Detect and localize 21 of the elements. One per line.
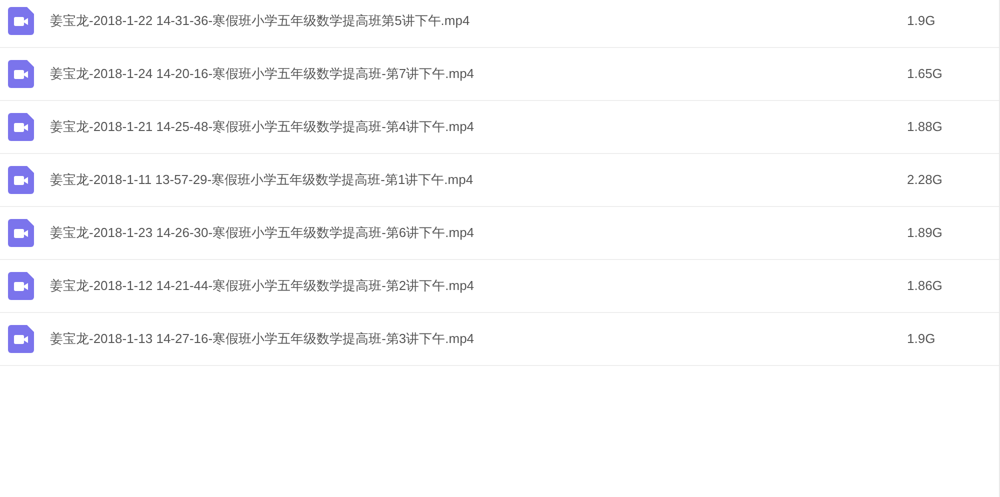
file-name[interactable]: 姜宝龙-2018-1-12 14-21-44-寒假班小学五年级数学提高班-第2讲下午.mp4 (50, 276, 474, 296)
file-name[interactable]: 姜宝龙-2018-1-13 14-27-16-寒假班小学五年级数学提高班-第3讲下午.mp4 (50, 329, 474, 349)
file-size: 1.9G (907, 330, 936, 348)
file-size: 1.88G (907, 118, 944, 136)
file-size: 1.65G (907, 65, 944, 84)
file-name[interactable]: 姜宝龙-2018-1-24 14-20-16-寒假班小学五年级数学提高班-第7讲下午.mp4 (50, 64, 474, 84)
file-name[interactable]: 姜宝龙-2018-1-11 13-57-29-寒假班小学五年级数学提高班-第1讲下午.mp4 (50, 170, 474, 190)
file-name[interactable]: 姜宝龙-2018-1-23 14-26-30-寒假班小学五年级数学提高班-第6讲下午.mp4 (50, 223, 474, 243)
video-file-icon (8, 7, 34, 35)
file-size: 1.9G (907, 12, 936, 30)
video-file-icon (8, 272, 34, 300)
video-file-icon (8, 219, 34, 247)
video-file-icon (8, 325, 34, 353)
video-file-icon (8, 166, 34, 194)
video-file-icon (8, 113, 34, 141)
video-file-icon (8, 60, 34, 88)
file-size: 1.89G (907, 224, 944, 242)
file-name[interactable]: 姜宝龙-2018-1-21 14-25-48-寒假班小学五年级数学提高班-第4讲下午.mp4 (50, 117, 474, 137)
file-name[interactable]: 姜宝龙-2018-1-22 14-31-36-寒假班小学五年级数学提高班第5讲下午.mp4 (50, 11, 470, 31)
file-size: 2.28G (907, 171, 944, 190)
file-size: 1.86G (907, 277, 944, 296)
